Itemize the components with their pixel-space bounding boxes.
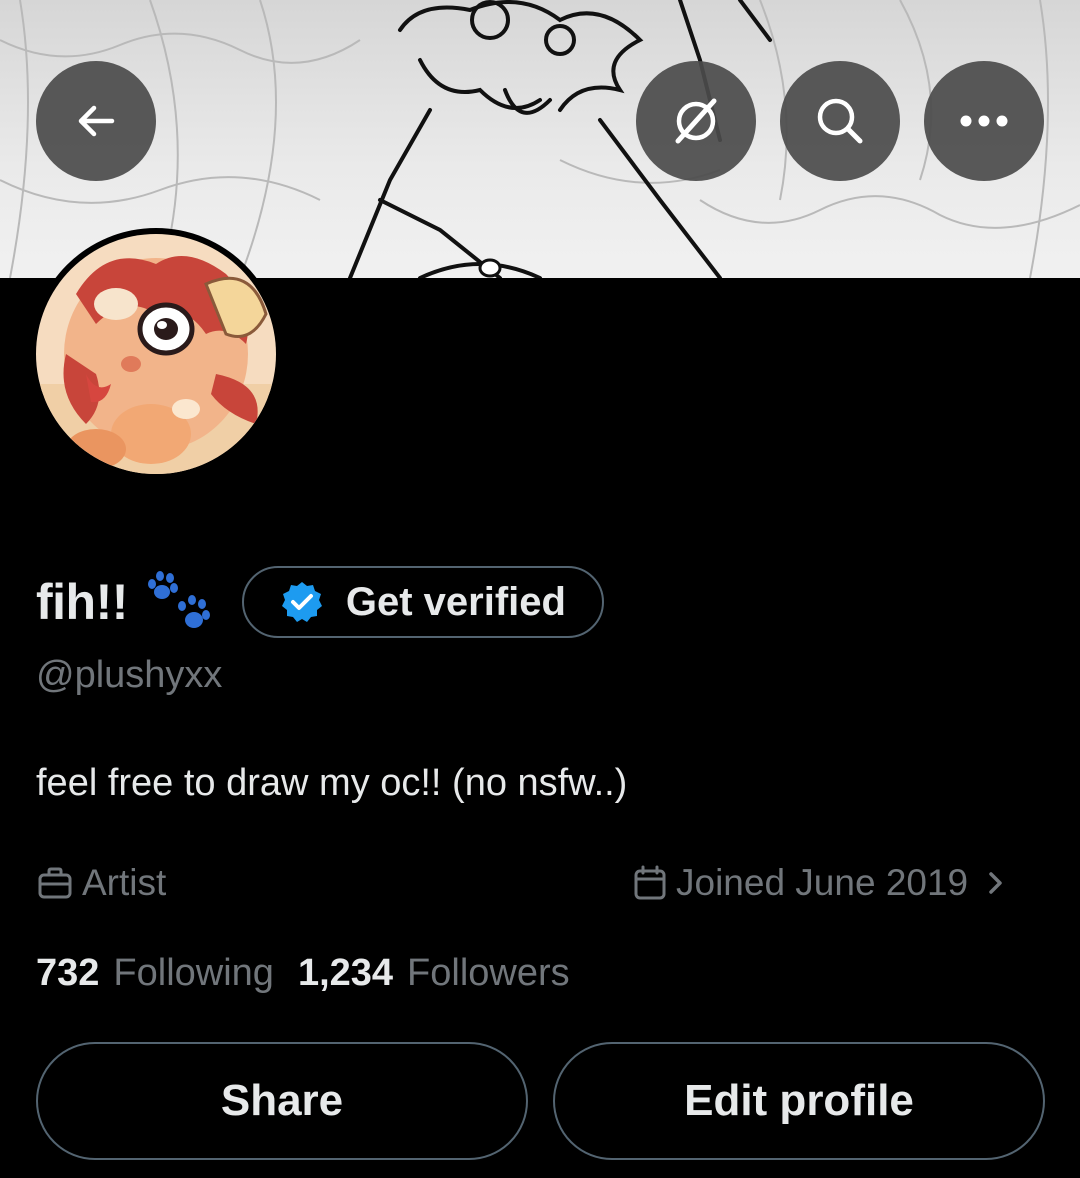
profession-item: Artist bbox=[36, 856, 166, 910]
user-handle: @plushyxx bbox=[36, 654, 223, 696]
more-horizontal-icon bbox=[960, 115, 1008, 127]
edit-profile-button[interactable]: Edit profile bbox=[553, 1042, 1045, 1160]
avatar[interactable] bbox=[30, 228, 282, 480]
avatar-image bbox=[36, 234, 276, 474]
share-button[interactable]: Share bbox=[36, 1042, 528, 1160]
back-button[interactable] bbox=[36, 61, 156, 181]
grok-button[interactable] bbox=[636, 61, 756, 181]
search-icon bbox=[817, 98, 863, 144]
share-button-label: Share bbox=[220, 1076, 344, 1125]
joined-date-label: Joined June 2019 bbox=[676, 862, 969, 903]
verified-badge-icon bbox=[281, 582, 322, 622]
profile-bio: feel free to draw my oc!! (no nsfw..) bbox=[36, 762, 628, 804]
profile-meta: Artist Joined June 2019 bbox=[36, 842, 1046, 920]
follow-stats: 732 Following 1,234 Followers bbox=[36, 952, 570, 995]
edit-profile-button-label: Edit profile bbox=[684, 1076, 914, 1125]
calendar-icon bbox=[634, 865, 666, 900]
search-button[interactable] bbox=[780, 61, 900, 181]
more-options-button[interactable] bbox=[924, 61, 1044, 181]
display-name: fih!! bbox=[36, 574, 128, 630]
arrow-left-icon bbox=[78, 105, 115, 137]
followers-label[interactable]: Followers bbox=[407, 952, 570, 995]
followers-count[interactable]: 1,234 bbox=[298, 952, 393, 995]
following-count[interactable]: 732 bbox=[36, 952, 99, 995]
following-label[interactable]: Following bbox=[113, 952, 274, 995]
joined-date-item[interactable]: Joined June 2019 bbox=[632, 856, 1006, 910]
get-verified-label: Get verified bbox=[345, 579, 566, 624]
get-verified-button[interactable]: Get verified bbox=[241, 566, 604, 638]
chevron-right-icon bbox=[989, 872, 1002, 894]
paw-prints-icon bbox=[147, 571, 210, 628]
briefcase-icon bbox=[38, 867, 72, 899]
name-row: fih!! Get verified bbox=[36, 566, 604, 638]
redaction-mark bbox=[194, 842, 614, 920]
profession-label: Artist bbox=[82, 862, 167, 903]
grok-icon bbox=[675, 98, 717, 144]
